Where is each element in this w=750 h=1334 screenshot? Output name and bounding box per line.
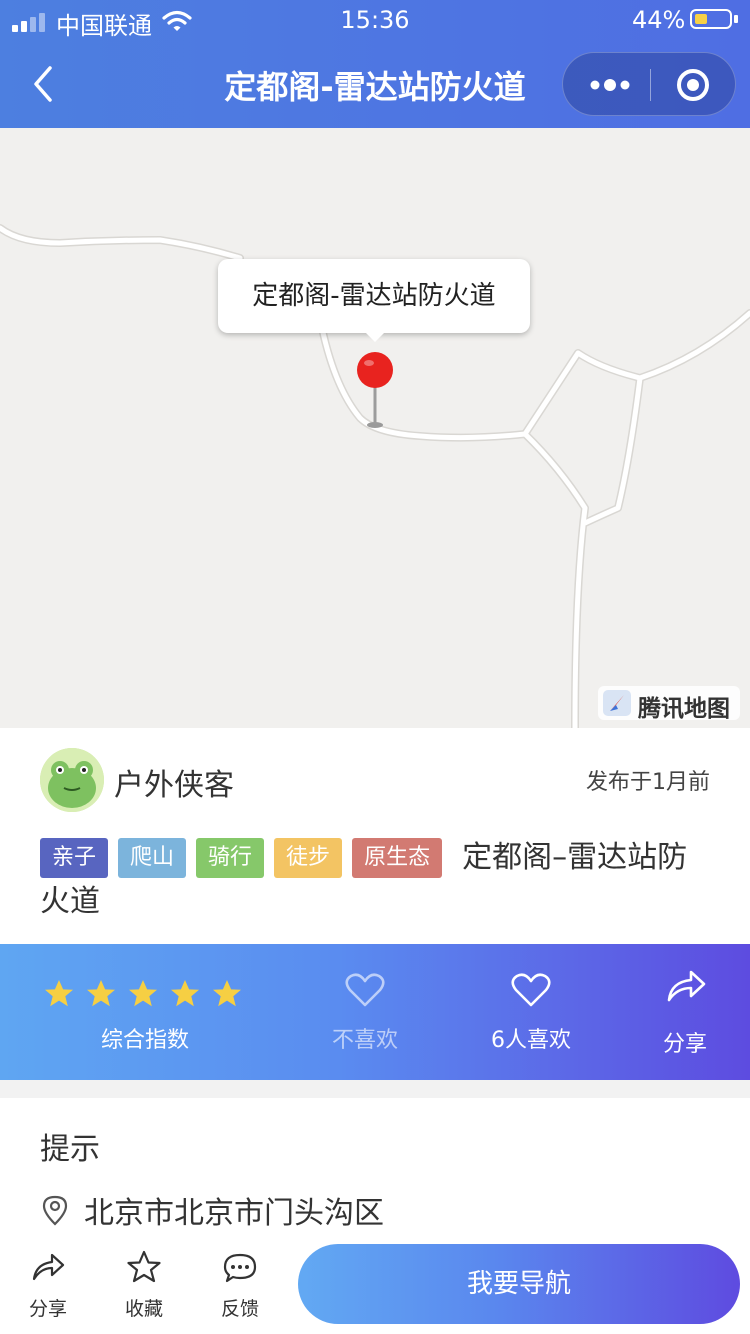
back-arrow-icon[interactable] xyxy=(28,64,64,104)
star-outline-icon xyxy=(127,1250,161,1283)
map-callout[interactable]: 定都阁-雷达站防火道 xyxy=(218,259,530,333)
star-icon xyxy=(45,980,73,1007)
tags-and-title: 亲子 爬山 骑行 徒步 原生态 定都阁–雷达站防火道 xyxy=(40,836,710,924)
like-count-label: 6人喜欢 xyxy=(491,1028,571,1053)
map-view[interactable]: 定都阁-雷达站防火道 腾讯地图 xyxy=(0,128,750,728)
bottom-share-label: 分享 xyxy=(28,1298,67,1320)
share-label: 分享 xyxy=(662,1032,707,1057)
tencent-map-logo-icon xyxy=(603,690,631,716)
map-provider-name: 腾讯地图 xyxy=(638,696,730,722)
heart-icon xyxy=(511,973,551,1007)
share-button[interactable]: 分享 xyxy=(630,966,740,1057)
frog-avatar-icon xyxy=(40,748,104,812)
tag-nature[interactable]: 原生态 xyxy=(352,838,443,878)
location-pin-icon xyxy=(42,1195,68,1226)
close-miniprogram-icon[interactable] xyxy=(667,65,723,105)
more-options-icon[interactable] xyxy=(583,65,637,105)
tips-heading: 提示 xyxy=(40,1132,100,1167)
section-divider xyxy=(0,1080,750,1098)
bottom-share-button[interactable]: 分享 xyxy=(8,1250,88,1326)
star-icon xyxy=(171,980,199,1007)
map-provider-logo: 腾讯地图 xyxy=(598,686,740,722)
map-pin-icon[interactable] xyxy=(350,350,400,430)
callout-tail xyxy=(365,332,385,342)
bottom-favorite-label: 收藏 xyxy=(124,1298,163,1320)
like-button[interactable]: 6人喜欢 xyxy=(466,966,596,1056)
rating-stars xyxy=(45,980,241,1007)
tag-cycling[interactable]: 骑行 xyxy=(196,838,265,878)
dislike-label: 不喜欢 xyxy=(331,1028,398,1053)
page-title: 定都阁-雷达站防火道 xyxy=(224,68,526,106)
share-arrow-icon xyxy=(667,970,706,1002)
rating-label: 综合指数 xyxy=(100,1028,189,1053)
battery-icon xyxy=(690,9,732,29)
dislike-button[interactable]: 不喜欢 xyxy=(300,966,430,1056)
miniprogram-capsule xyxy=(562,52,736,116)
tag-parent-child[interactable]: 亲子 xyxy=(40,838,109,878)
navigate-button[interactable]: 我要导航 xyxy=(298,1244,740,1324)
address-text: 北京市北京市门头沟区 xyxy=(84,1196,384,1231)
tag-hiking[interactable]: 徒步 xyxy=(274,838,343,878)
header: 中国联通 15:36 44% 定都阁-雷达站防火道 xyxy=(0,0,750,128)
heart-outline-icon xyxy=(345,973,385,1007)
battery-cap xyxy=(734,15,738,23)
author-avatar[interactable] xyxy=(40,748,104,812)
capsule-divider xyxy=(650,69,651,101)
bottom-feedback-button[interactable]: 反馈 xyxy=(200,1250,280,1326)
author-name[interactable]: 户外侠客 xyxy=(114,760,234,804)
battery-percentage: 44% xyxy=(632,6,686,34)
bottom-action-bar: 分享 收藏 反馈 我要导航 xyxy=(0,1236,750,1334)
bottom-feedback-label: 反馈 xyxy=(220,1298,259,1320)
chat-bubble-icon xyxy=(223,1253,257,1283)
tag-climbing[interactable]: 爬山 xyxy=(118,838,187,878)
share-icon xyxy=(32,1253,65,1281)
publish-time: 发布于1月前 xyxy=(586,770,710,795)
star-icon xyxy=(213,980,241,1007)
bottom-favorite-button[interactable]: 收藏 xyxy=(104,1250,184,1326)
star-icon xyxy=(129,980,157,1007)
star-icon xyxy=(87,980,115,1007)
